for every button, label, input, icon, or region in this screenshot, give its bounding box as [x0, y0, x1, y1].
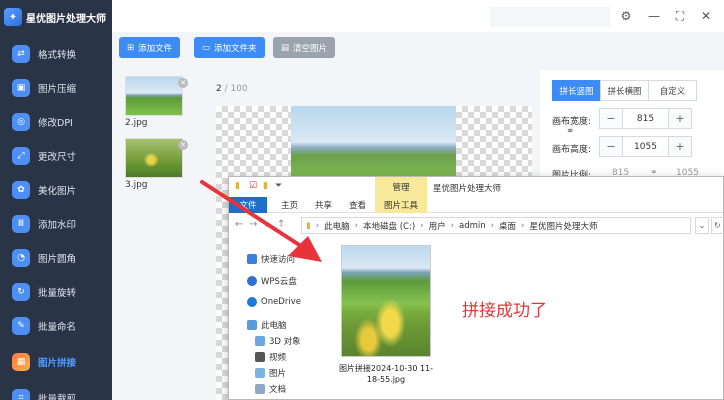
computer-icon	[247, 320, 257, 330]
nav-pictures[interactable]: 图片	[255, 367, 286, 379]
compress-icon: ▣	[12, 79, 30, 97]
sidebar-item-compress[interactable]: ▣ 图片压缩	[0, 72, 112, 104]
sidebar-item-rename[interactable]: ✎ 批量命名	[0, 310, 112, 342]
preview-image	[291, 106, 456, 186]
resize-icon: ⤢	[12, 147, 30, 165]
watermark-icon: Ⅲ	[12, 215, 30, 233]
remove-file-icon[interactable]: ✕	[178, 140, 188, 150]
sidebar-item-rotate[interactable]: ↻ 批量旋转	[0, 276, 112, 308]
address-dropdown-icon[interactable]: ⌄	[695, 217, 709, 234]
picture-icon	[255, 368, 265, 378]
video-icon	[255, 352, 265, 362]
canvas-height-value[interactable]: 1055	[622, 137, 669, 156]
nav-onedrive[interactable]: OneDrive	[247, 297, 301, 307]
link-icon[interactable]: ⚭	[566, 126, 574, 137]
maximize-icon[interactable]: ⛶	[672, 8, 688, 24]
layout-tabs: 拼长竖图 拼长横图 自定义	[552, 80, 697, 101]
title-bar-blank-field	[490, 7, 610, 27]
settings-icon[interactable]: ⚙	[618, 8, 634, 24]
format-icon: ⇄	[12, 45, 30, 63]
sidebar-item-watermark[interactable]: Ⅲ 添加水印	[0, 208, 112, 240]
app-title-text: 星优图片处理大师	[26, 13, 106, 25]
success-annotation: 拼接成功了	[462, 301, 547, 321]
folder-icon: ▭	[202, 42, 211, 53]
add-file-button[interactable]: ⊞ 添加文件	[119, 37, 181, 58]
nav-this-pc[interactable]: 此电脑	[247, 319, 287, 331]
sidebar-item-beautify[interactable]: ✿ 美化图片	[0, 174, 112, 206]
canvas-height-stepper[interactable]: − 1055 +	[599, 136, 692, 157]
file-list: ✕ 2.jpg ✕ 3.jpg	[118, 70, 198, 400]
nav-3d-objects[interactable]: 3D 对象	[255, 335, 301, 347]
nav-wps-cloud[interactable]: WPS云盘	[247, 275, 297, 287]
cloud-icon	[247, 276, 257, 286]
dpi-icon: ◎	[12, 113, 30, 131]
rename-icon: ✎	[12, 317, 30, 335]
stitched-image-thumbnail[interactable]	[341, 245, 431, 357]
beautify-icon: ✿	[12, 181, 30, 199]
round-corner-icon: ◔	[12, 249, 30, 267]
rotate-icon: ↻	[12, 283, 30, 301]
app-logo-icon: ✦	[4, 8, 22, 26]
app-title: ✦ 星优图片处理大师	[4, 8, 106, 26]
nav-documents[interactable]: 文档	[255, 383, 286, 395]
trash-icon: ▤	[281, 42, 290, 53]
clear-images-button[interactable]: ▤ 清空图片	[273, 37, 336, 58]
tab-long-vertical[interactable]: 拼长竖图	[552, 80, 601, 101]
app-sidebar: ✦ 星优图片处理大师 ⇄ 格式转换 ▣ 图片压缩 ◎ 修改DPI ⤢ 更改尺寸 ✿ 美化图…	[0, 0, 112, 400]
sidebar-item-resize[interactable]: ⤢ 更改尺寸	[0, 140, 112, 172]
red-arrow-annotation	[200, 180, 322, 262]
manage-tab[interactable]: 管理	[375, 177, 427, 197]
onedrive-icon	[247, 297, 257, 307]
breadcrumb-item[interactable]: 星优图片处理大师	[529, 220, 597, 232]
crop-icon: ⌗	[12, 389, 30, 400]
sidebar-item-stitch[interactable]: ▦ 图片拼接	[0, 346, 112, 378]
sidebar-item-dpi[interactable]: ◎ 修改DPI	[0, 106, 112, 138]
ribbon-tab-picture-tools[interactable]: 图片工具	[375, 197, 427, 213]
increment-button[interactable]: +	[669, 137, 691, 156]
increment-button[interactable]: +	[669, 109, 691, 128]
document-icon	[255, 384, 265, 394]
breadcrumb-item[interactable]: 用户	[429, 220, 446, 232]
toolbar: ⊞ 添加文件 ▭ 添加文件夹 ▤ 清空图片	[112, 32, 724, 70]
add-file-icon: ⊞	[127, 42, 135, 53]
decrement-button[interactable]: −	[600, 137, 622, 156]
file-thumbnail[interactable]	[125, 76, 183, 116]
remove-file-icon[interactable]: ✕	[178, 78, 188, 88]
canvas-width-value[interactable]: 815	[622, 109, 669, 128]
title-bar: ⚙ — ⛶ ✕	[112, 0, 724, 32]
ribbon-tab-view[interactable]: 查看	[341, 197, 374, 213]
address-bar[interactable]: ▮ › 此电脑 › 本地磁盘 (C:) › 用户 › admin › 桌面 › 星优图片处…	[301, 217, 691, 234]
file-thumbnail[interactable]	[125, 138, 183, 178]
breadcrumb-item[interactable]: admin	[459, 221, 486, 231]
minimize-icon[interactable]: —	[646, 8, 662, 24]
stitch-icon: ▦	[12, 353, 30, 371]
refresh-icon[interactable]: ↻	[711, 217, 724, 234]
file-name: 2.jpg	[125, 118, 148, 128]
sidebar-item-round-corner[interactable]: ◔ 图片圆角	[0, 242, 112, 274]
explorer-window-title: 星优图片处理大师	[433, 184, 502, 194]
sidebar-item-crop[interactable]: ⌗ 批量裁剪	[0, 382, 112, 400]
tab-custom[interactable]: 自定义	[648, 80, 697, 101]
page-indicator: 2 / 100	[216, 84, 248, 94]
breadcrumb-item[interactable]: 本地磁盘 (C:)	[363, 220, 415, 232]
sidebar-item-format[interactable]: ⇄ 格式转换	[0, 38, 112, 70]
add-folder-button[interactable]: ▭ 添加文件夹	[194, 37, 265, 58]
cube-icon	[255, 336, 265, 346]
close-icon[interactable]: ✕	[698, 8, 714, 24]
breadcrumb-item[interactable]: 桌面	[499, 220, 516, 232]
tab-long-horizontal[interactable]: 拼长横图	[600, 80, 649, 101]
file-name: 3.jpg	[125, 180, 148, 190]
decrement-button[interactable]: −	[600, 109, 622, 128]
nav-videos[interactable]: 视频	[255, 351, 286, 363]
stitched-file-name[interactable]: 图片拼接2024-10-30 11-18-55.jpg	[333, 363, 439, 385]
canvas-width-stepper[interactable]: − 815 +	[599, 108, 692, 129]
canvas-height-label: 画布高度:	[552, 145, 592, 155]
